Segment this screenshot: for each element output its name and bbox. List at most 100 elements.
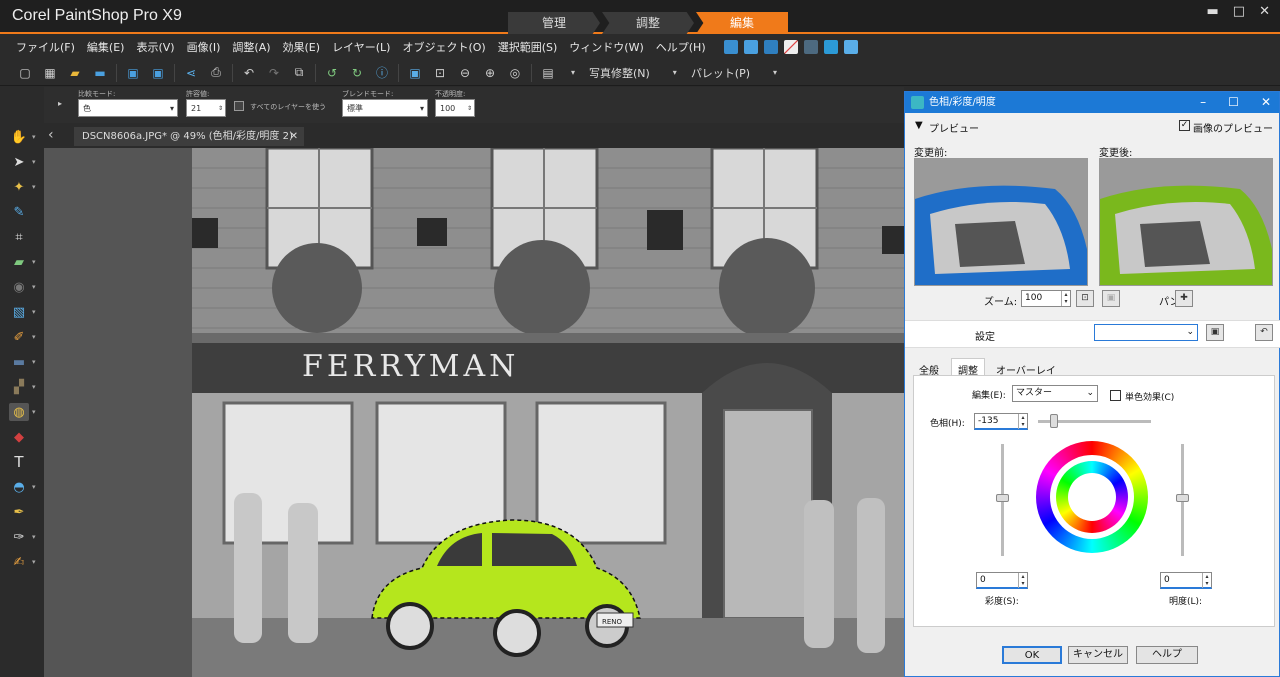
rotate-left-icon[interactable]: ↺: [323, 64, 341, 82]
hue-ring[interactable]: [1036, 441, 1148, 553]
palette-menu[interactable]: パレット(P): [691, 65, 750, 81]
pan-icon[interactable]: ✚: [1175, 290, 1193, 307]
hue-slider-thumb[interactable]: [1050, 414, 1058, 428]
windows-icon[interactable]: [843, 40, 858, 54]
zoom-actual-icon[interactable]: ▣: [1102, 290, 1120, 307]
tab-adjust[interactable]: 調整: [602, 12, 694, 34]
all-layers-checkbox[interactable]: [234, 101, 244, 111]
scan-icon[interactable]: ▬: [91, 64, 109, 82]
image-icon[interactable]: [723, 40, 738, 54]
resize-icon[interactable]: ⧉: [290, 64, 308, 82]
menu-selections[interactable]: 選択範囲(S): [498, 39, 558, 55]
ok-button[interactable]: OK: [1002, 646, 1062, 664]
menu-layers[interactable]: レイヤー(L): [332, 39, 390, 55]
hue-spin-icon[interactable]: ▴ ▾: [1018, 414, 1027, 429]
opacity-input[interactable]: 100 ⇕: [435, 99, 475, 117]
chevron-down-icon[interactable]: ▾: [32, 533, 36, 541]
settings-select[interactable]: ⌄: [1094, 324, 1198, 341]
cancel-button[interactable]: キャンセル: [1068, 646, 1128, 664]
lightness-input[interactable]: 0 ▴ ▾: [1160, 572, 1212, 589]
pan-tool-icon[interactable]: ✋: [9, 128, 29, 146]
minimize-button[interactable]: ▬: [1207, 4, 1219, 19]
new-file-icon[interactable]: ▢: [16, 64, 34, 82]
spin-icon[interactable]: ⇕: [218, 100, 223, 118]
chevron-down-icon[interactable]: ▾: [32, 183, 36, 191]
zoom-out-icon[interactable]: ⊖: [456, 64, 474, 82]
histogram-icon[interactable]: [823, 40, 838, 54]
chevron-down-icon[interactable]: ▾: [32, 258, 36, 266]
chevron-down-icon[interactable]: ▾: [32, 158, 36, 166]
zoom-actual-icon[interactable]: ▣: [406, 64, 424, 82]
reset-icon[interactable]: ↶: [1255, 324, 1273, 341]
lightness-spin-icon[interactable]: ▴ ▾: [1202, 573, 1211, 588]
grid-icon[interactable]: [803, 40, 818, 54]
lighten-darken-icon[interactable]: ✍: [9, 553, 29, 571]
chevron-down-icon[interactable]: ▾: [32, 333, 36, 341]
crop-icon[interactable]: ⌗: [9, 228, 29, 246]
warp-brush-icon[interactable]: ✑: [9, 528, 29, 546]
dialog-minimize-button[interactable]: –: [1200, 92, 1206, 113]
save-as-icon[interactable]: ▣: [149, 64, 167, 82]
undo-icon[interactable]: ↶: [240, 64, 258, 82]
share-icon[interactable]: ⋖: [182, 64, 200, 82]
layers-icon[interactable]: [743, 40, 758, 54]
flood-fill-icon[interactable]: ◆: [9, 428, 29, 446]
menu-adjust[interactable]: 調整(A): [232, 39, 270, 55]
straighten-icon[interactable]: ▰: [9, 253, 29, 271]
document-tab[interactable]: DSCN8606a.JPG* @ 49% (色相/彩度/明度 2) ✕: [74, 127, 304, 146]
dropper-icon[interactable]: ✎: [9, 203, 29, 221]
photo-canvas[interactable]: FERRYMAN RENO: [192, 148, 904, 677]
zoom-spin-icon[interactable]: ▴ ▾: [1061, 291, 1070, 306]
no-fill-icon[interactable]: [783, 40, 798, 54]
tolerance-input[interactable]: 21 ⇕: [186, 99, 226, 117]
menu-file[interactable]: ファイル(F): [16, 39, 75, 55]
color-changer-icon[interactable]: ◍: [9, 403, 29, 421]
chevron-down-icon[interactable]: ▾: [32, 283, 36, 291]
chevron-down-icon[interactable]: ▾: [32, 483, 36, 491]
image-preview-checkbox[interactable]: ✓: [1179, 120, 1190, 131]
monitor-icon[interactable]: [763, 40, 778, 54]
chevron-down-icon[interactable]: ▾: [666, 64, 684, 82]
zoom-fit-icon[interactable]: ⊡: [1076, 290, 1094, 307]
after-preview[interactable]: [1099, 158, 1273, 286]
chevron-down-icon[interactable]: ▾: [32, 408, 36, 416]
hue-input[interactable]: -135 ▴ ▾: [974, 413, 1028, 430]
chevron-down-icon[interactable]: ▾: [32, 133, 36, 141]
saturation-input[interactable]: 0 ▴ ▾: [976, 572, 1028, 589]
menu-window[interactable]: ウィンドウ(W): [569, 39, 643, 55]
menu-objects[interactable]: オブジェクト(O): [402, 39, 485, 55]
menu-view[interactable]: 表示(V): [136, 39, 174, 55]
menu-help[interactable]: ヘルプ(H): [656, 39, 706, 55]
chevron-down-icon[interactable]: ▾: [766, 64, 784, 82]
pen-tool-icon[interactable]: ✒: [9, 503, 29, 521]
menu-effects[interactable]: 効果(E): [283, 39, 321, 55]
shape-tool-icon[interactable]: ◓: [9, 478, 29, 496]
pick-tool-icon[interactable]: ➤: [9, 153, 29, 171]
lightness-slider-thumb[interactable]: [1176, 494, 1189, 502]
new-grid-icon[interactable]: ▦: [41, 64, 59, 82]
compare-mode-select[interactable]: 色 ▾: [78, 99, 178, 117]
preview-collapse-icon[interactable]: ▼: [915, 120, 923, 131]
save-preset-icon[interactable]: ▣: [1206, 324, 1224, 341]
saturation-spin-icon[interactable]: ▴ ▾: [1018, 573, 1027, 588]
before-preview[interactable]: [914, 158, 1088, 286]
clone-icon[interactable]: ▧: [9, 303, 29, 321]
red-eye-icon[interactable]: ◉: [9, 278, 29, 296]
restore-button[interactable]: □: [1233, 4, 1245, 19]
close-icon[interactable]: ✕: [290, 127, 298, 146]
spin-icon[interactable]: ⇕: [467, 100, 472, 118]
close-button[interactable]: ✕: [1259, 4, 1270, 19]
saturation-slider-thumb[interactable]: [996, 494, 1009, 502]
info-icon[interactable]: ⓘ: [373, 64, 391, 82]
chevron-down-icon[interactable]: ▾: [32, 308, 36, 316]
dialog-maximize-button[interactable]: ☐: [1228, 92, 1239, 113]
options-expand-icon[interactable]: ▸: [58, 99, 62, 108]
chevron-down-icon[interactable]: ▾: [564, 64, 582, 82]
eraser-icon[interactable]: ▬: [9, 353, 29, 371]
chevron-down-icon[interactable]: ▾: [32, 558, 36, 566]
save-icon[interactable]: ▣: [124, 64, 142, 82]
help-button[interactable]: ヘルプ: [1136, 646, 1198, 664]
chevron-down-icon[interactable]: ▾: [32, 358, 36, 366]
dialog-close-button[interactable]: ✕: [1261, 92, 1271, 113]
paint-brush-icon[interactable]: ✐: [9, 328, 29, 346]
